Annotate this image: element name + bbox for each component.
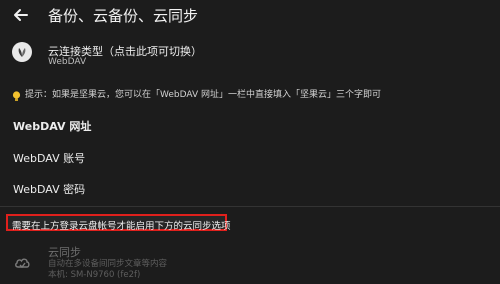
webdav-password-field[interactable]: WebDAV 密码 <box>13 181 85 197</box>
webdav-account-field[interactable]: WebDAV 账号 <box>13 150 85 166</box>
page-title: 备份、云备份、云同步 <box>48 7 199 25</box>
cloud-type-value: WebDAV <box>48 57 87 67</box>
warning-banner: 需要在上方登录云盘帐号才能启用下方的云同步选项 <box>6 214 231 232</box>
warning-text: 需要在上方登录云盘帐号才能启用下方的云同步选项 <box>12 221 231 232</box>
cloud-provider-icon <box>12 42 32 62</box>
hint-text: 提示：如果是坚果云，您可以在「WebDAV 网址」一栏中直接填入「坚果云」三个字… <box>25 90 381 100</box>
cloud-sync-device: 本机: SM-N9760 (fe2f) <box>48 270 141 280</box>
back-arrow-icon[interactable] <box>11 5 31 25</box>
divider <box>0 206 500 207</box>
webdav-url-field[interactable]: WebDAV 网址 <box>13 118 91 134</box>
lightbulb-icon <box>12 87 21 101</box>
cloud-sync-icon <box>14 255 31 269</box>
